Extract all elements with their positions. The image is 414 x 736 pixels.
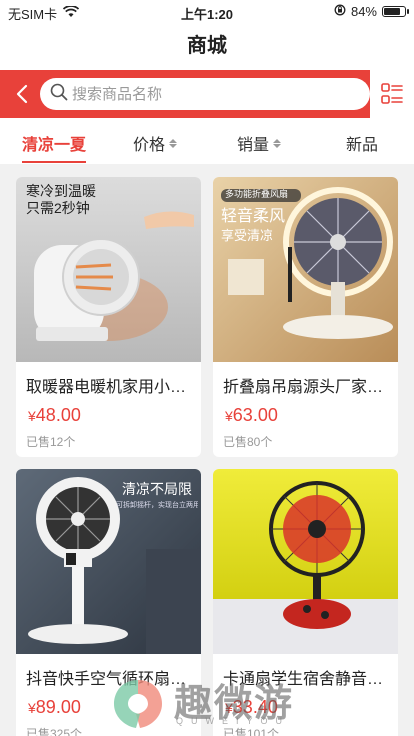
image-caption: 轻音柔风 <box>221 208 286 225</box>
image-caption: 可拆卸摇杆，实现台立两用 <box>116 502 198 509</box>
filter-bar: 清凉一夏 价格 销量 新品 <box>0 118 414 164</box>
search-box[interactable] <box>40 78 370 110</box>
image-caption: 多功能折叠风扇 <box>225 189 289 199</box>
filter-price[interactable]: 价格 <box>133 131 178 155</box>
filter-sales[interactable]: 销量 <box>237 131 282 155</box>
product-price: ¥63.00 <box>225 405 278 425</box>
product-image: 清凉不局限 可拆卸摇杆，实现台立两用 <box>16 469 201 654</box>
image-caption: 享受清凉 <box>221 228 274 243</box>
product-price: ¥89.00 <box>28 697 81 717</box>
product-price: ¥33.40 <box>225 697 278 717</box>
product-sold: 已售101个 <box>223 727 280 736</box>
battery-icon <box>382 6 409 17</box>
layout-toggle-button[interactable] <box>370 70 414 118</box>
filter-summer[interactable]: 清凉一夏 <box>22 131 87 163</box>
product-name: 折叠扇吊扇源头厂家直销 <box>223 379 388 396</box>
product-sold: 已售325个 <box>26 727 83 736</box>
battery-percent: 84% <box>350 4 377 19</box>
search-input[interactable] <box>72 85 332 103</box>
product-card[interactable]: 卡通扇学生宿舍静音小风扇 ¥33.40 已售101个 <box>213 469 398 736</box>
product-price: ¥48.00 <box>28 405 81 425</box>
product-name: 抖音快手空气循环扇落地扇 <box>26 671 191 688</box>
back-button[interactable] <box>8 80 36 108</box>
product-sold: 已售80个 <box>223 435 273 449</box>
product-card[interactable]: 多功能折叠风扇 轻音柔风 享受清凉 折叠扇吊扇源头厂家直销 ¥63.00 已售8… <box>213 177 398 457</box>
search-icon <box>50 83 68 106</box>
sort-icon <box>273 138 282 148</box>
image-caption: 寒冷到温暖 <box>26 183 96 199</box>
filter-new[interactable]: 新品 <box>346 131 378 155</box>
product-card[interactable]: 清凉不局限 可拆卸摇杆，实现台立两用 抖音快手空气循环扇落地扇 ¥89.00 已… <box>16 469 201 736</box>
filter-label: 销量 <box>237 137 270 154</box>
product-card[interactable]: 寒冷到温暖 只需2秒钟 取暖器电暖机家用小型节能暖风机 ¥48.00 已售12个 <box>16 177 201 457</box>
filter-label: 新品 <box>346 137 379 154</box>
product-sold: 已售12个 <box>26 435 76 449</box>
status-bar: 无SIM卡 上午1:20 84% <box>0 0 414 24</box>
product-image: 多功能折叠风扇 轻音柔风 享受清凉 <box>213 177 398 362</box>
product-image: 寒冷到温暖 只需2秒钟 <box>16 177 201 362</box>
search-bar <box>0 70 414 118</box>
image-caption: 清凉不局限 <box>122 481 192 497</box>
chevron-left-icon <box>16 84 28 104</box>
product-name: 取暖器电暖机家用小型节能暖风机 <box>26 379 191 396</box>
filter-label: 价格 <box>133 137 166 154</box>
product-image <box>213 469 398 654</box>
product-name: 卡通扇学生宿舍静音小风扇 <box>223 671 388 688</box>
filter-label: 清凉一夏 <box>22 137 87 154</box>
image-caption: 只需2秒钟 <box>26 200 90 216</box>
list-view-icon <box>381 83 403 104</box>
sort-icon <box>169 138 178 148</box>
page-title: 商城 <box>0 24 414 70</box>
rotation-lock-icon <box>334 4 346 19</box>
